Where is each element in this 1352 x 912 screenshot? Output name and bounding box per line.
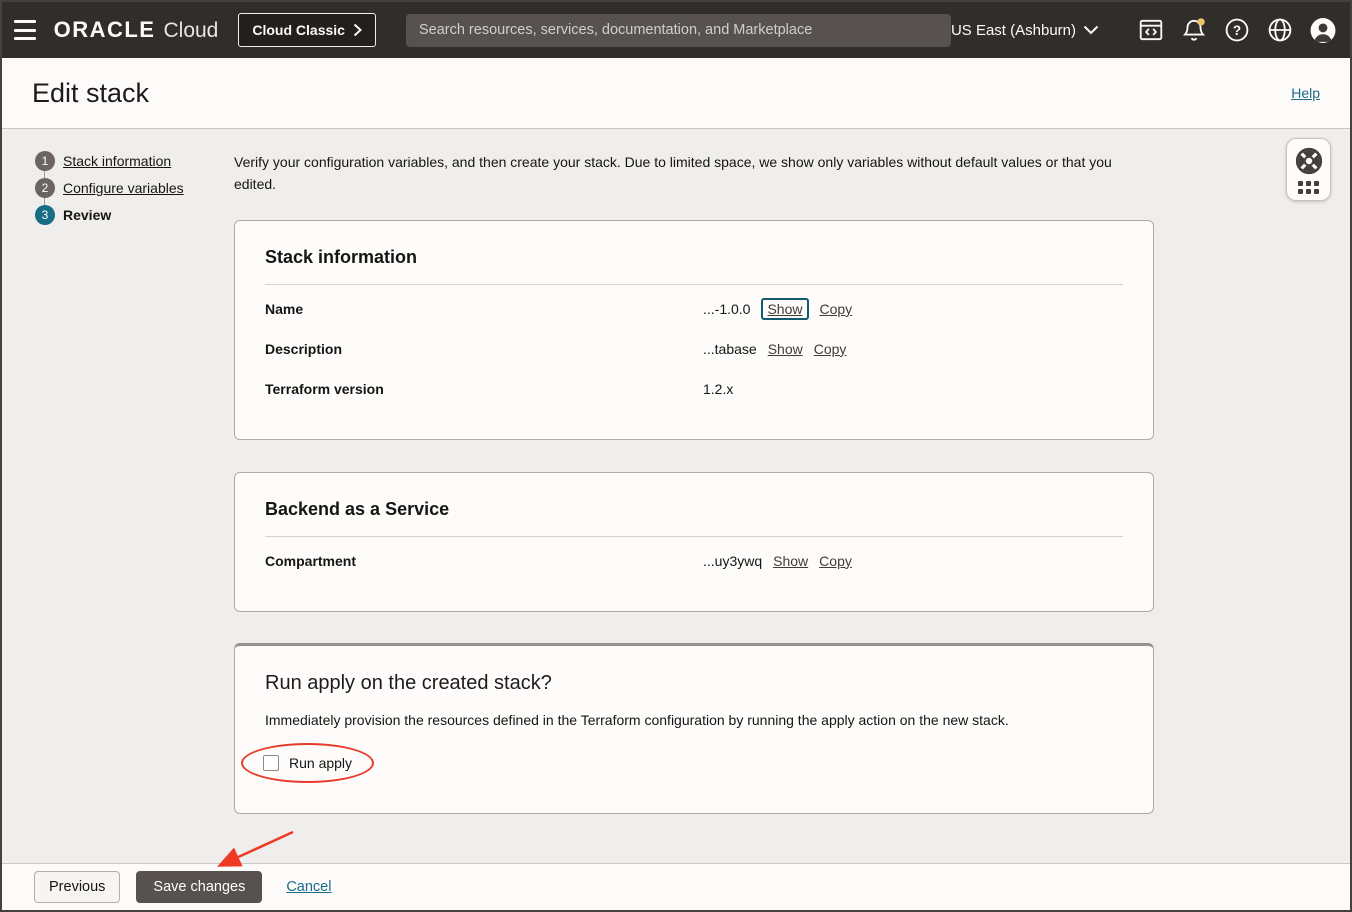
copy-link[interactable]: Copy	[814, 341, 847, 357]
region-selector[interactable]: US East (Ashburn)	[951, 22, 1099, 39]
run-apply-title: Run apply on the created stack?	[265, 672, 1123, 695]
developer-tools-icon[interactable]	[1138, 17, 1164, 43]
page-title: Edit stack	[32, 78, 149, 109]
run-apply-annotation-ellipse: Run apply	[241, 743, 374, 783]
divider	[265, 536, 1123, 537]
show-link[interactable]: Show	[768, 341, 803, 357]
description-value: ...tabase	[703, 341, 757, 357]
step-review: 3 Review	[35, 205, 234, 225]
cloud-classic-button[interactable]: Cloud Classic	[238, 13, 376, 47]
region-label: US East (Ashburn)	[951, 22, 1076, 39]
run-apply-checkbox-label[interactable]: Run apply	[289, 755, 352, 771]
terraform-version-label: Terraform version	[265, 381, 703, 397]
topbar-right: US East (Ashburn) ?	[951, 17, 1336, 43]
page-header: Edit stack Help	[2, 58, 1350, 129]
run-apply-description: Immediately provision the resources defi…	[265, 712, 1123, 728]
step-number-badge: 3	[35, 205, 55, 225]
copy-link[interactable]: Copy	[820, 301, 853, 317]
table-row: Compartment ...uy3ywq Show Copy	[265, 541, 1123, 581]
table-row: Name ...-1.0.0 Show Copy	[265, 289, 1123, 329]
step-stack-information[interactable]: 1 Stack information	[35, 151, 234, 171]
run-apply-checkbox[interactable]	[263, 755, 279, 771]
wizard-steps: 1 Stack information 2 Configure variable…	[2, 129, 234, 863]
step-number-badge: 1	[35, 151, 55, 171]
language-globe-icon[interactable]	[1267, 17, 1293, 43]
divider	[265, 284, 1123, 285]
show-link[interactable]: Show	[773, 553, 808, 569]
description-label: Description	[265, 341, 703, 357]
wizard-footer: Previous Save changes Cancel	[2, 863, 1350, 910]
help-question-icon[interactable]: ?	[1224, 17, 1250, 43]
card-title: Backend as a Service	[265, 499, 1123, 520]
previous-button[interactable]: Previous	[34, 871, 120, 903]
copy-link[interactable]: Copy	[819, 553, 852, 569]
search-input[interactable]	[406, 14, 951, 47]
user-avatar-icon[interactable]	[1310, 17, 1336, 43]
step-number-badge: 2	[35, 178, 55, 198]
logo-cloud-text: Cloud	[163, 19, 218, 43]
run-apply-card: Run apply on the created stack? Immediat…	[234, 643, 1154, 814]
help-link[interactable]: Help	[1291, 85, 1320, 101]
step-label[interactable]: Configure variables	[63, 180, 184, 196]
table-row: Description ...tabase Show Copy	[265, 329, 1123, 369]
cloud-classic-label: Cloud Classic	[252, 22, 345, 38]
show-link[interactable]: Show	[767, 301, 802, 317]
backend-service-card: Backend as a Service Compartment ...uy3y…	[234, 472, 1154, 612]
step-label: Review	[63, 207, 111, 223]
content-area: 1 Stack information 2 Configure variable…	[2, 129, 1350, 863]
global-search	[406, 14, 951, 47]
name-label: Name	[265, 301, 703, 317]
terraform-version-value: 1.2.x	[703, 381, 733, 397]
life-ring-icon	[1294, 146, 1324, 176]
notifications-bell-icon[interactable]	[1181, 17, 1207, 43]
chevron-right-icon	[353, 23, 362, 37]
card-title: Stack information	[265, 247, 1123, 268]
stack-information-card: Stack information Name ...-1.0.0 Show Co…	[234, 220, 1154, 440]
show-link-focused[interactable]: Show	[761, 298, 808, 320]
review-intro-text: Verify your configuration variables, and…	[234, 151, 1132, 196]
oracle-cloud-logo[interactable]: ORACLE Cloud	[54, 17, 219, 43]
notification-badge	[1197, 18, 1204, 25]
grid-dots-icon	[1298, 181, 1319, 194]
compartment-label: Compartment	[265, 553, 703, 569]
chevron-down-icon	[1083, 25, 1099, 35]
name-value: ...-1.0.0	[703, 301, 750, 317]
topbar: ORACLE Cloud Cloud Classic US East (Ashb…	[2, 2, 1350, 58]
review-panel: Verify your configuration variables, and…	[234, 129, 1154, 863]
support-launcher[interactable]	[1286, 138, 1331, 201]
cancel-link[interactable]: Cancel	[286, 879, 331, 895]
svg-text:?: ?	[1233, 23, 1241, 38]
step-configure-variables[interactable]: 2 Configure variables	[35, 178, 234, 198]
logo-oracle-text: ORACLE	[54, 17, 156, 43]
compartment-value: ...uy3ywq	[703, 553, 762, 569]
save-changes-button[interactable]: Save changes	[136, 871, 262, 903]
step-label[interactable]: Stack information	[63, 153, 171, 169]
hamburger-menu-icon[interactable]	[14, 20, 36, 40]
table-row: Terraform version 1.2.x	[265, 369, 1123, 409]
oracle-cloud-console: { "topbar": { "logo_oracle": "ORACLE", "…	[0, 0, 1352, 912]
